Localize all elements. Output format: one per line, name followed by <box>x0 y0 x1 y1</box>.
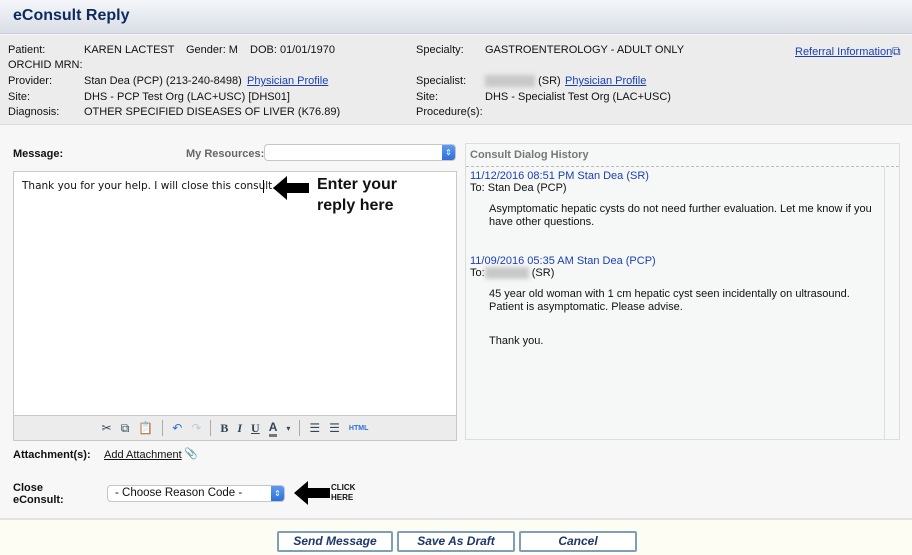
attachment-icon[interactable]: 📎 <box>184 447 198 460</box>
specialist-role: (SR) <box>538 75 561 87</box>
resources-label: My Resources: <box>186 148 265 160</box>
numbered-list-icon[interactable]: ☰ <box>329 421 340 435</box>
site-label: Site: <box>8 91 31 103</box>
close-econsult-label: Close eConsult: <box>13 482 64 506</box>
message-text: Thank you for your help. I will close th… <box>22 180 276 192</box>
html-icon[interactable]: HTML <box>349 425 368 432</box>
page-title: eConsult Reply <box>13 7 130 24</box>
underline-icon[interactable]: U <box>251 421 260 436</box>
reply-annotation: Enter your reply here <box>317 176 398 214</box>
attachment-label: Attachment(s): <box>13 449 91 461</box>
patient-label: Patient: <box>8 44 46 56</box>
message-body: Thank you. <box>489 335 544 348</box>
diagnosis-label: Diagnosis: <box>8 106 60 118</box>
click-here-annotation: CLICK HERE <box>331 483 356 502</box>
specialist-label: Specialist: <box>416 75 467 87</box>
message-body: Asymptomatic hepatic cysts do not need f… <box>489 203 872 228</box>
add-attachment-link[interactable]: Add Attachment <box>104 449 182 461</box>
message-body: 45 year old woman with 1 cm hepatic cyst… <box>489 288 850 314</box>
select-arrows-icon: ⇕ <box>442 145 455 160</box>
diagnosis: OTHER SPECIFIED DISEASES OF LIVER (K76.8… <box>84 106 341 118</box>
mrn-label: ORCHID MRN: <box>8 59 83 71</box>
provider: Stan Dea (PCP) (213-240-8498) <box>84 75 242 87</box>
provider-profile-link[interactable]: Physician Profile <box>247 75 328 87</box>
redacted-name <box>485 75 535 88</box>
font-color-icon[interactable]: A <box>268 420 278 437</box>
consult-dialog-history: Consult Dialog History 11/12/2016 08:51 … <box>465 143 900 440</box>
page-header: eConsult Reply <box>0 0 912 34</box>
provider-label: Provider: <box>8 75 53 87</box>
save-draft-button[interactable]: Save As Draft <box>397 531 515 552</box>
dropdown-icon[interactable]: ▾ <box>286 424 290 433</box>
history-message: 11/12/2016 08:51 PM Stan Dea (SR) To: St… <box>470 170 884 229</box>
message-to: To: (SR) <box>470 267 884 280</box>
italic-icon[interactable]: I <box>237 421 242 436</box>
history-title: Consult Dialog History <box>470 149 589 161</box>
bold-icon[interactable]: B <box>220 421 228 436</box>
send-message-button[interactable]: Send Message <box>277 531 393 552</box>
bullet-list-icon[interactable]: ☰ <box>309 421 320 435</box>
cut-icon[interactable]: ✂ <box>102 421 112 435</box>
spec-site: DHS - Specialist Test Org (LAC+USC) <box>485 91 671 103</box>
arrow-left-icon <box>273 176 309 200</box>
specialty: GASTROENTEROLOGY - ADULT ONLY <box>485 44 685 56</box>
spec-site-label: Site: <box>416 91 439 103</box>
specialist: (SR) <box>485 75 561 88</box>
message-textarea[interactable]: Thank you for your help. I will close th… <box>13 171 457 416</box>
external-link-icon[interactable]: ⧉ <box>892 44 901 59</box>
paste-icon[interactable]: 📋 <box>138 421 153 435</box>
reason-code-value: - Choose Reason Code - <box>115 487 243 499</box>
divider <box>466 166 899 167</box>
footer-bar: Send Message Save As Draft Cancel <box>0 518 912 555</box>
history-message: 11/09/2016 05:35 AM Stan Dea (PCP) To: (… <box>470 255 884 348</box>
specialty-label: Specialty: <box>416 44 464 56</box>
consult-info-panel: Patient: KAREN LACTEST Gender: M DOB: 01… <box>0 35 912 125</box>
copy-icon[interactable]: ⧉ <box>121 421 130 436</box>
patient-name: KAREN LACTEST <box>84 44 175 56</box>
message-label: Message: <box>13 148 64 160</box>
redacted-name <box>484 267 529 280</box>
cancel-button[interactable]: Cancel <box>519 531 637 552</box>
text-cursor <box>263 180 264 193</box>
scrollbar[interactable] <box>884 167 885 439</box>
reason-code-select[interactable]: - Choose Reason Code - ⇕ <box>107 485 285 502</box>
procedure-label: Procedure(s): <box>416 106 483 118</box>
site: DHS - PCP Test Org (LAC+USC) [DHS01] <box>84 91 290 103</box>
resources-select[interactable]: ⇕ <box>264 144 456 161</box>
select-arrows-icon: ⇕ <box>271 486 284 501</box>
to-role: (SR) <box>531 267 555 279</box>
message-to: To: Stan Dea (PCP) <box>470 182 567 194</box>
specialist-profile-link[interactable]: Physician Profile <box>565 75 646 87</box>
message-header: 11/12/2016 08:51 PM Stan Dea (SR) <box>470 170 649 182</box>
gender: Gender: M <box>186 44 238 56</box>
undo-icon[interactable]: ↶ <box>172 421 182 435</box>
dob: DOB: 01/01/1970 <box>250 44 336 56</box>
message-header: 11/09/2016 05:35 AM Stan Dea (PCP) <box>470 255 656 267</box>
referral-info-link[interactable]: Referral Information <box>795 46 892 58</box>
to-prefix: To: <box>470 267 485 279</box>
redo-icon[interactable]: ↷ <box>191 421 201 435</box>
editor-toolbar: ✂ ⧉ 📋 ↶ ↷ B I U A ▾ ☰ ☰ HTML <box>13 415 457 441</box>
arrow-left-icon <box>294 481 330 505</box>
